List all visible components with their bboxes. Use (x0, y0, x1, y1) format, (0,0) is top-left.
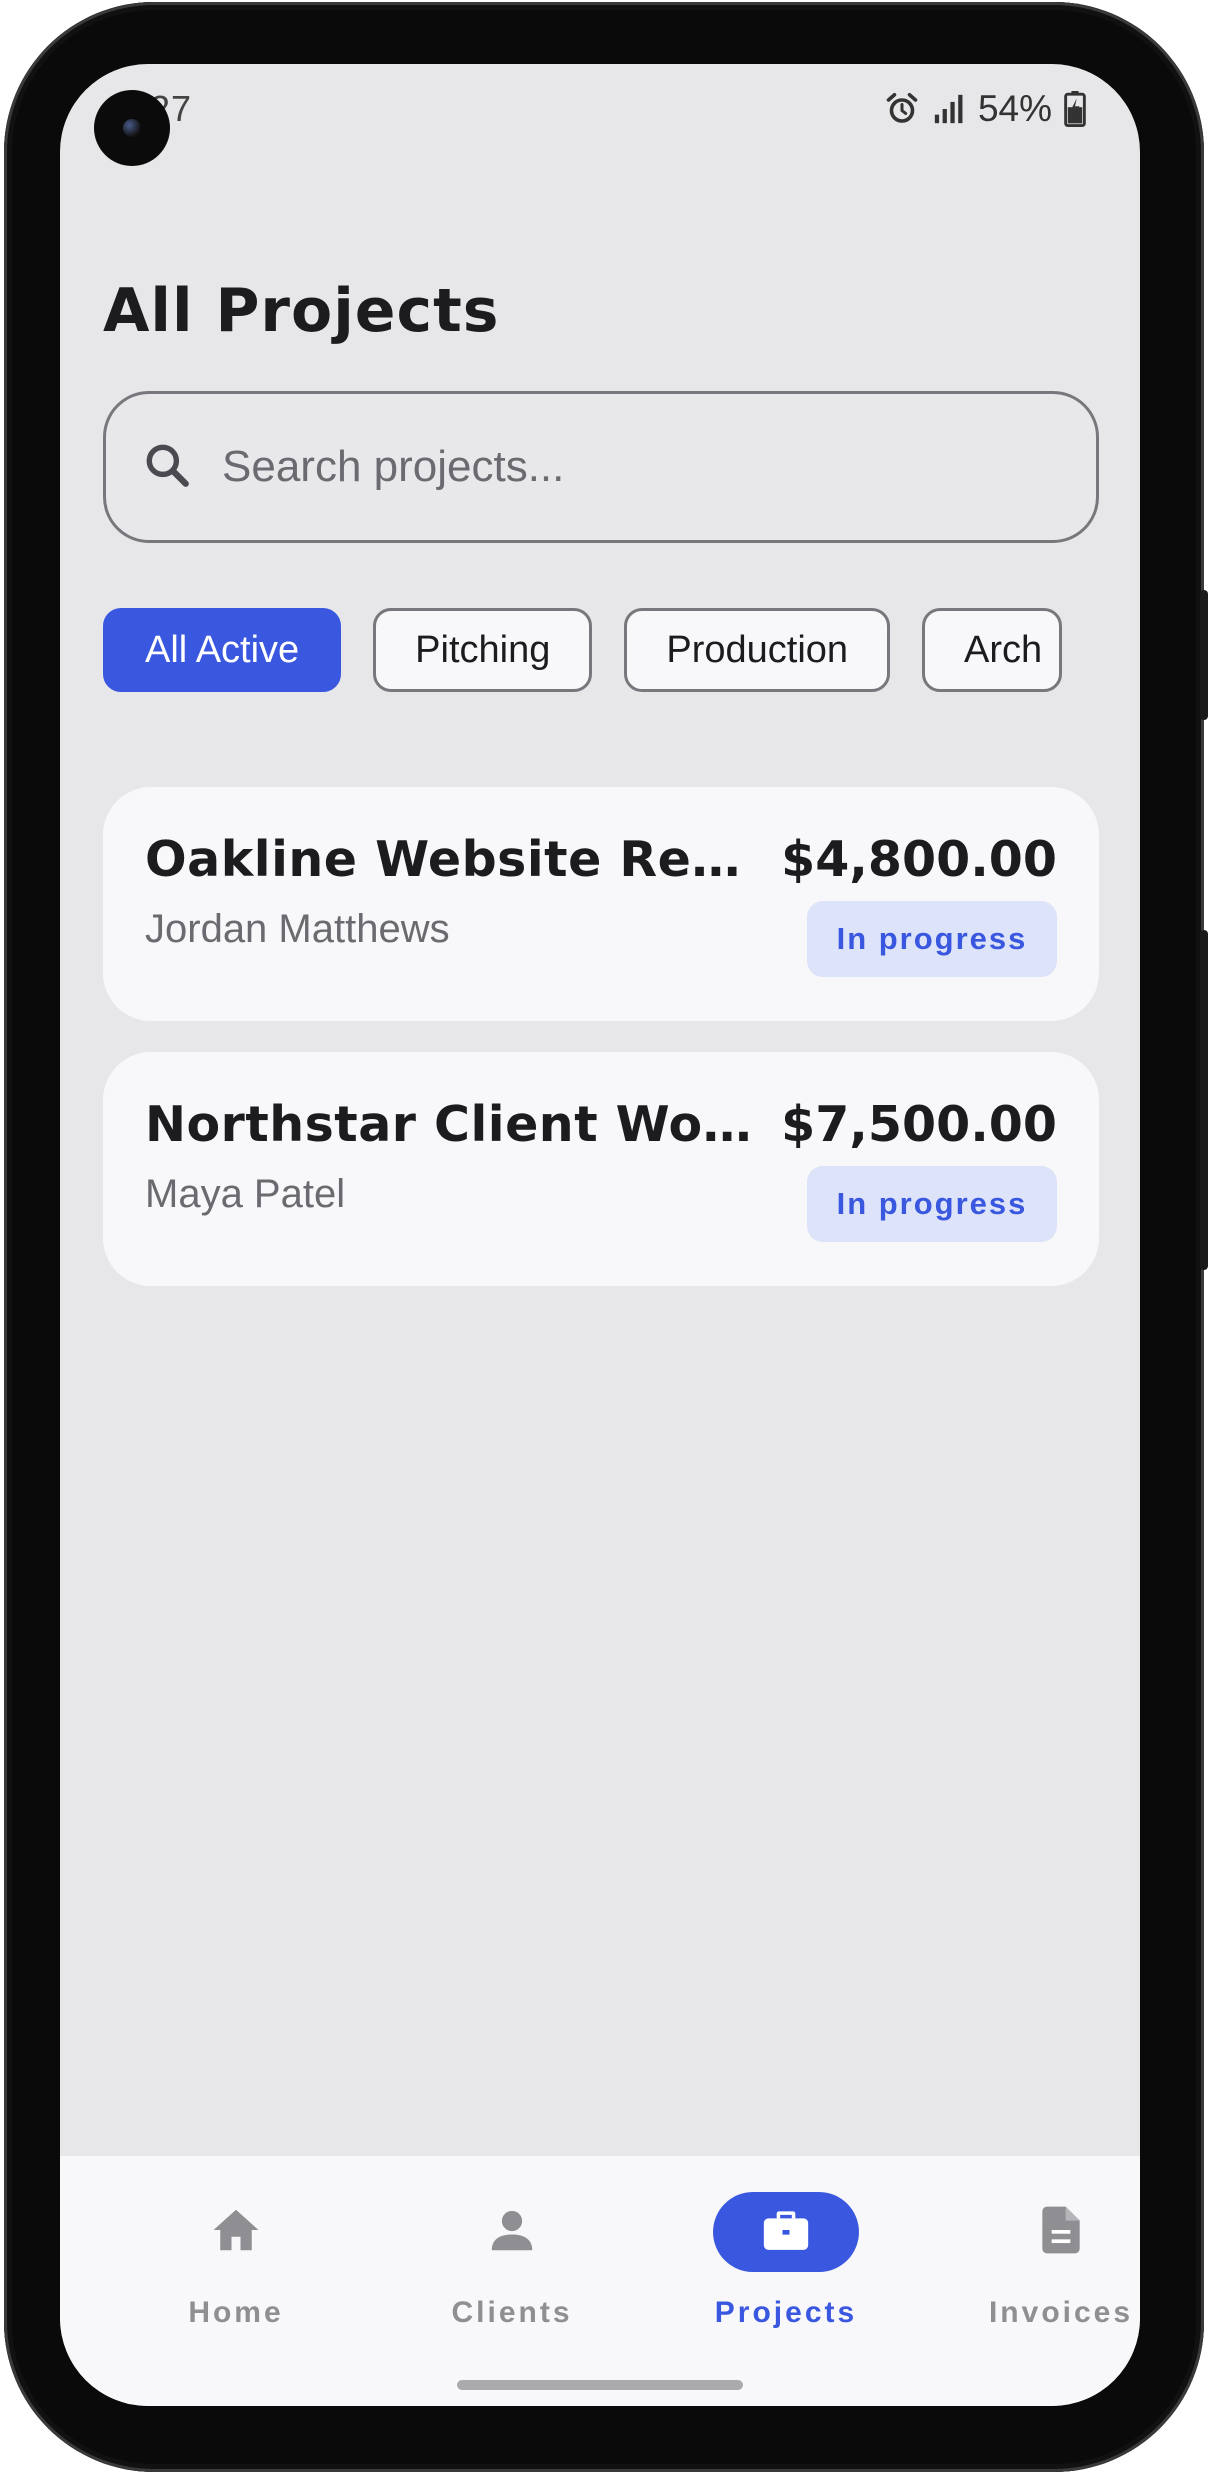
alarm-icon (884, 91, 920, 127)
project-card[interactable]: Northstar Client Work... Maya Patel $7,5… (103, 1052, 1099, 1286)
nav-label-clients: Clients (451, 2296, 573, 2329)
project-title: Oakline Website Refresh (145, 831, 755, 888)
volume-button (1200, 590, 1208, 720)
nav-pill (988, 2192, 1134, 2272)
nav-item-invoices[interactable]: Invoices (951, 2192, 1140, 2330)
project-title: Northstar Client Work... (145, 1096, 755, 1153)
home-indicator[interactable] (457, 2380, 743, 2390)
nav-item-home[interactable]: Home (126, 2192, 346, 2330)
status-bar: 9:27 54 (60, 64, 1140, 166)
nav-pill (163, 2192, 309, 2272)
filter-chip-pitching[interactable]: Pitching (373, 608, 593, 692)
search-bar[interactable] (103, 391, 1099, 543)
nav-label-projects: Projects (714, 2296, 858, 2329)
project-amount: $4,800.00 (781, 831, 1057, 888)
filter-chip-archived[interactable]: Arch (922, 608, 1063, 692)
power-button (1200, 930, 1208, 1270)
nav-item-clients[interactable]: Clients (402, 2192, 622, 2330)
status-badge: In progress (807, 1166, 1057, 1242)
project-amount: $7,500.00 (781, 1096, 1057, 1153)
bottom-navigation: Home Clients Projects Invoices (60, 2156, 1140, 2406)
home-icon (209, 2203, 263, 2262)
search-icon (142, 440, 192, 495)
battery-percent: 54% (977, 88, 1052, 129)
filter-chip-production[interactable]: Production (624, 608, 891, 692)
nav-label-home: Home (188, 2296, 284, 2329)
nav-pill-active (713, 2192, 859, 2272)
project-card[interactable]: Oakline Website Refresh Jordan Matthews … (103, 787, 1099, 1021)
project-client: Maya Patel (145, 1172, 346, 1216)
nav-pill (439, 2192, 585, 2272)
person-icon (485, 2203, 539, 2262)
nav-label-invoices: Invoices (988, 2296, 1134, 2329)
page-title: All Projects (103, 276, 500, 346)
front-camera (94, 90, 170, 166)
search-input[interactable] (222, 442, 982, 492)
filter-chip-all-active[interactable]: All Active (103, 608, 342, 692)
status-badge: In progress (807, 901, 1057, 977)
filter-chips: All Active Pitching Production Arch (103, 608, 1099, 694)
battery-icon (1064, 91, 1086, 127)
nav-item-projects[interactable]: Projects (676, 2192, 896, 2330)
status-icons: 54% (884, 88, 1086, 130)
signal-icon (932, 92, 966, 126)
screen: 9:27 54 (60, 64, 1140, 2406)
phone-frame: 9:27 54 (0, 0, 1211, 2474)
project-client: Jordan Matthews (145, 907, 450, 951)
briefcase-icon (758, 2202, 814, 2263)
document-icon (1033, 2202, 1089, 2263)
